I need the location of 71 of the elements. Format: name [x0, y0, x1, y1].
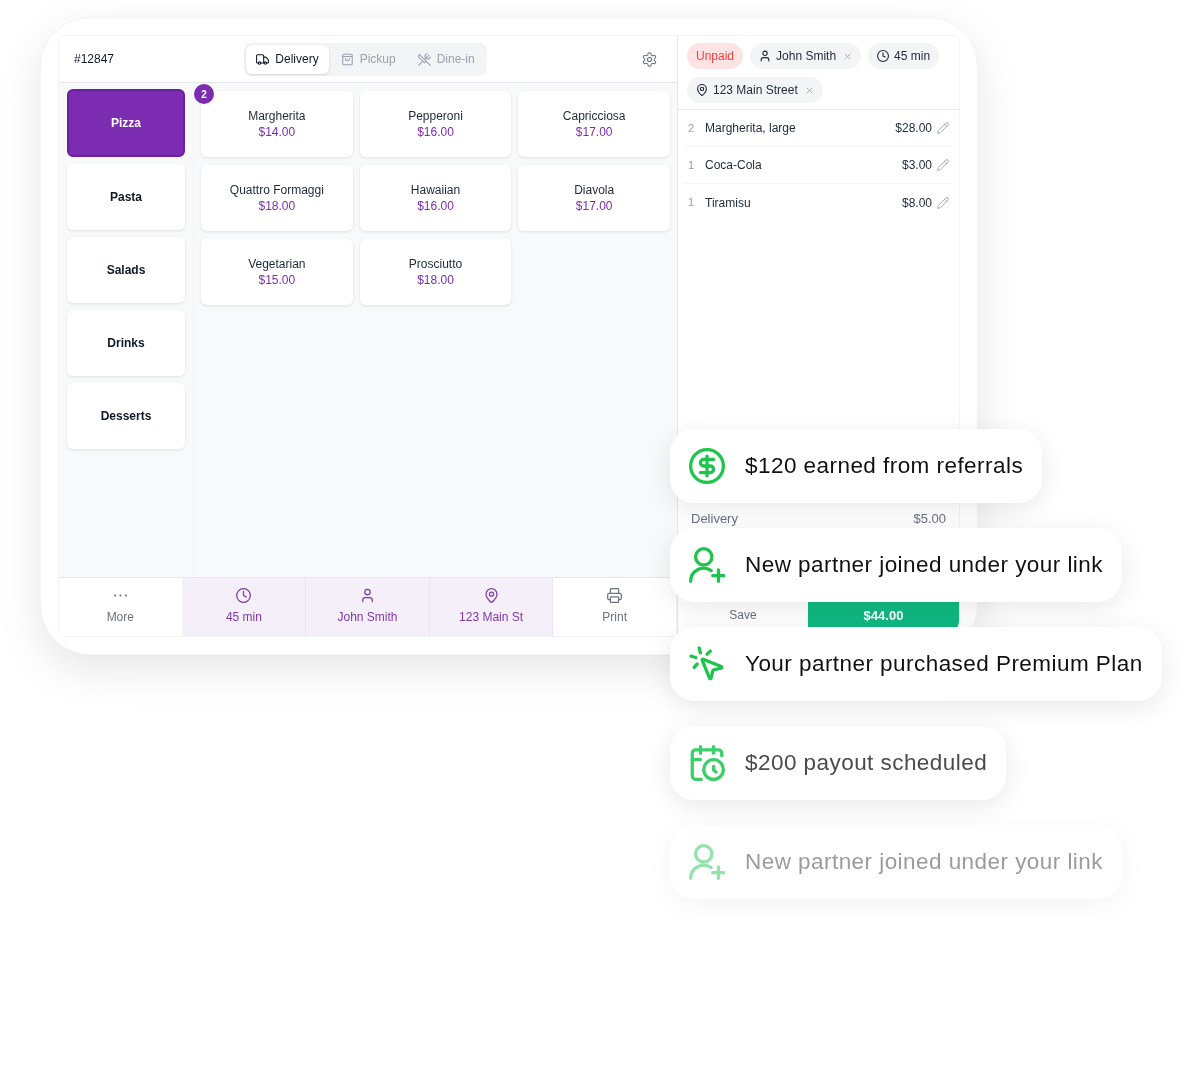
close-icon[interactable]: [804, 85, 814, 95]
product-price: $15.00: [258, 272, 296, 288]
category-button[interactable]: Salads: [67, 237, 185, 303]
pencil-icon[interactable]: [937, 196, 949, 209]
category-button[interactable]: Pizza: [67, 89, 185, 157]
item-name: Margherita, large: [705, 120, 797, 137]
product-name: Capricciosa: [562, 108, 626, 124]
product-name: Margherita: [248, 108, 306, 124]
bag-icon: [340, 52, 354, 66]
product-name: Hawaiian: [410, 182, 461, 198]
clock-icon: [877, 50, 890, 62]
notification-text: New partner joined under your link: [745, 551, 1103, 580]
item-price: $3.00: [901, 157, 932, 174]
product-card[interactable]: Vegetarian $15.00: [201, 239, 353, 305]
user-icon: [360, 588, 375, 603]
pencil-icon[interactable]: [937, 122, 949, 134]
product-price: $16.00: [417, 198, 454, 214]
product-price: $17.00: [575, 124, 613, 140]
notification-text: Your partner purchased Premium Plan: [745, 650, 1143, 679]
user-icon: [759, 50, 772, 62]
product-card[interactable]: Diavola $17.00: [518, 165, 670, 231]
order-type-tab[interactable]: Delivery: [246, 44, 329, 74]
item-price: $28.00: [895, 120, 932, 137]
utensils-icon: [417, 52, 431, 66]
truck-icon: [256, 52, 270, 66]
product-price: $17.00: [575, 198, 613, 214]
toolbar-button[interactable]: 123 Main St: [429, 578, 554, 636]
clock-icon: [236, 588, 252, 603]
payment-status: Unpaid: [687, 43, 744, 69]
settings-icon[interactable]: [642, 51, 657, 67]
pencil-icon[interactable]: [937, 159, 949, 171]
product-card[interactable]: Pepperoni $16.00: [359, 91, 512, 157]
category-button[interactable]: Pasta: [67, 164, 185, 230]
product-price: $14.00: [258, 124, 296, 140]
order-number: #12847: [74, 51, 115, 68]
category-button[interactable]: Desserts: [67, 383, 185, 449]
more-icon: [113, 594, 127, 597]
notification-text: $120 earned from referrals: [745, 452, 1024, 481]
product-name: Pepperoni: [408, 108, 463, 124]
map-pin-icon: [696, 84, 708, 96]
product-name: Prosciutto: [408, 256, 463, 272]
summary-value: $5.00: [913, 509, 946, 528]
product-price: $18.00: [258, 198, 296, 214]
printer-icon: [607, 588, 623, 603]
category-button[interactable]: Drinks: [67, 310, 185, 376]
item-name: Coca-Cola: [705, 157, 763, 174]
product-name: Quattro Formaggi: [229, 182, 324, 198]
map-pin-icon: [483, 588, 499, 603]
item-name: Tiramisu: [705, 194, 752, 212]
product-price: $18.00: [417, 272, 454, 288]
customer-chip[interactable]: John Smith: [750, 43, 862, 69]
product-price: $16.00: [417, 124, 454, 140]
product-card[interactable]: Hawaiian $16.00: [359, 165, 512, 231]
toolbar-button[interactable]: John Smith: [306, 578, 430, 636]
summary-label: Delivery: [691, 509, 738, 528]
item-quantity: 2: [688, 120, 696, 136]
close-icon[interactable]: [843, 51, 853, 61]
time-chip[interactable]: 45 min: [868, 43, 940, 69]
item-quantity: 1: [688, 157, 696, 173]
product-card[interactable]: Capricciosa $17.00: [518, 91, 670, 157]
product-card[interactable]: Prosciutto $18.00: [359, 239, 512, 305]
item-quantity: 1: [688, 195, 696, 211]
product-name: Vegetarian: [248, 256, 306, 272]
product-name: Diavola: [574, 182, 615, 198]
notification-text: New partner joined under your link: [745, 848, 1103, 877]
product-card[interactable]: Quattro Formaggi $18.00: [201, 165, 353, 231]
item-price: $8.00: [901, 194, 932, 212]
item-count-badge: 2: [194, 84, 214, 104]
notification-text: $200 payout scheduled: [745, 749, 988, 778]
address-chip[interactable]: 123 Main Street: [687, 77, 823, 103]
toolbar-button[interactable]: 45 min: [182, 578, 307, 636]
